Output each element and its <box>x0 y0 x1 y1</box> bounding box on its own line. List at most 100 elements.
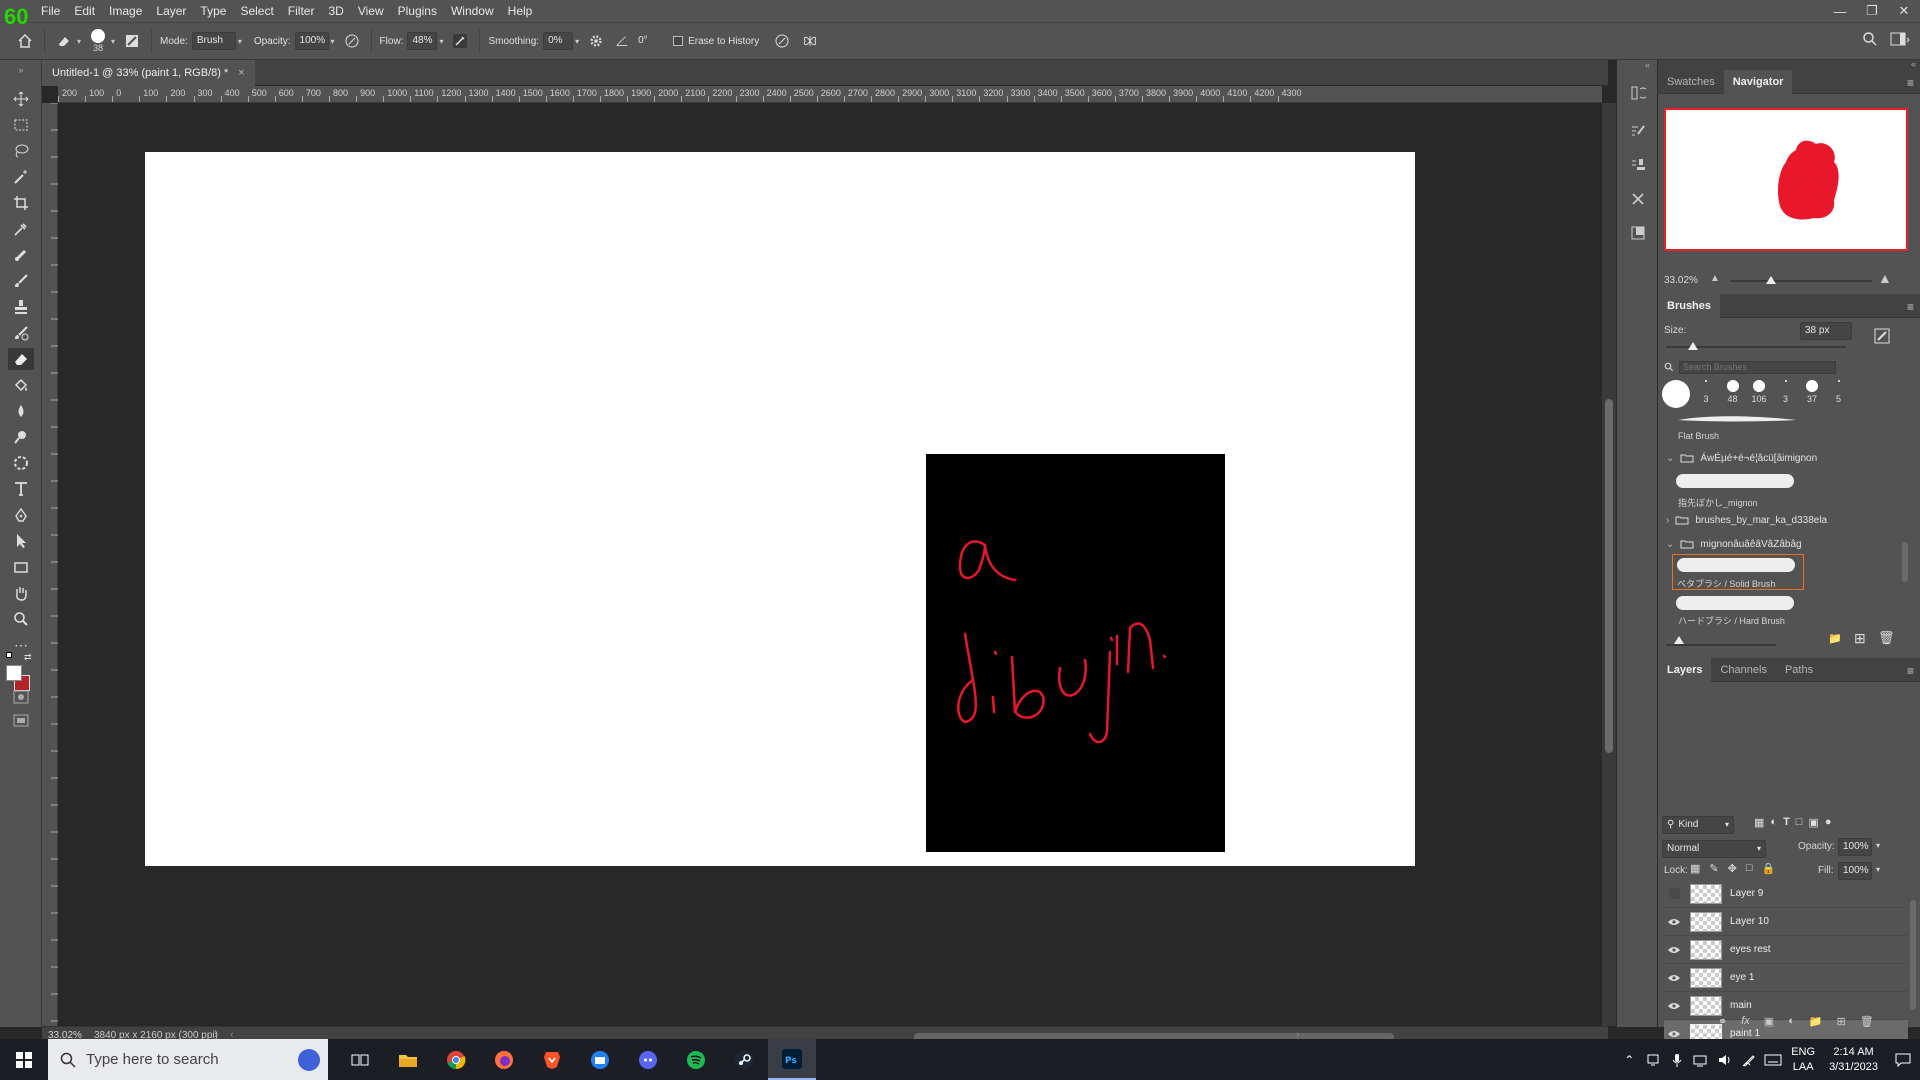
adjustment-layer-icon[interactable]: ◐ <box>1788 1015 1795 1028</box>
brush-angle-field[interactable]: 0° <box>633 32 660 50</box>
create-new-brush-icon[interactable] <box>1874 328 1890 344</box>
lock-pixels-icon[interactable]: ✎ <box>1709 862 1718 875</box>
lasso-tool-icon[interactable] <box>8 140 34 162</box>
clone-source-panel-icon[interactable] <box>1627 154 1649 176</box>
brush-size-picker[interactable]: 38 <box>91 29 106 53</box>
brush-list-scrollbar[interactable] <box>1902 410 1908 632</box>
lock-artboard-icon[interactable]: □ <box>1746 862 1753 875</box>
properties-panel-icon[interactable] <box>1627 222 1649 244</box>
type-tool-icon[interactable] <box>8 478 34 500</box>
erase-to-history-option[interactable]: Erase to History <box>673 36 763 47</box>
blur-tool-icon[interactable] <box>8 400 34 422</box>
brush-size-slider[interactable] <box>1666 342 1846 350</box>
document-canvas[interactable] <box>145 152 1415 866</box>
layers-scrollbar[interactable] <box>1910 880 1916 1060</box>
tab-swatches[interactable]: Swatches <box>1658 70 1724 94</box>
collapse-dock-icon[interactable]: « <box>1645 60 1650 70</box>
brush-size-field[interactable]: 38 px <box>1800 322 1852 340</box>
menu-3d[interactable]: 3D <box>321 0 350 22</box>
layers-scroll-thumb[interactable] <box>1910 900 1916 1010</box>
new-brush-icon[interactable]: ⊞ <box>1854 630 1866 647</box>
discord-icon[interactable] <box>624 1039 672 1080</box>
brush-tool-icon[interactable] <box>8 270 34 292</box>
filter-pixel-icon[interactable]: ▦ <box>1754 816 1764 829</box>
brush-list-scroll-thumb[interactable] <box>1902 542 1908 582</box>
spotify-icon[interactable] <box>672 1039 720 1080</box>
symmetry-butterfly-icon[interactable] <box>799 30 821 52</box>
pressure-opacity-icon[interactable] <box>341 30 363 52</box>
foreground-color-swatch[interactable] <box>6 665 22 681</box>
layer-row[interactable]: eye 1 <box>1664 964 1908 992</box>
eraser-tool-icon[interactable] <box>8 348 34 370</box>
brush-folder-3[interactable]: ⌄ mignonâuâêâVâZâbâg <box>1664 532 1908 556</box>
recent-brush[interactable]: 37 <box>1802 378 1822 404</box>
document-tab[interactable]: Untitled-1 @ 33% (paint 1, RGB/8) * × <box>42 60 255 86</box>
workspace-icon[interactable] <box>1890 31 1910 47</box>
search-icon[interactable] <box>1862 31 1878 47</box>
layers-menu-icon[interactable]: ≡ <box>1907 664 1914 678</box>
pressure-size-icon[interactable] <box>771 30 793 52</box>
brush-search-input[interactable] <box>1678 360 1836 374</box>
pen-workspace-icon[interactable] <box>1737 1053 1761 1067</box>
menu-layer[interactable]: Layer <box>149 0 193 22</box>
brush-item-finger-blur[interactable]: 指先ぼかし_mignon <box>1674 472 1804 512</box>
rectangle-tool-icon[interactable] <box>8 556 34 578</box>
eye-icon[interactable] <box>1664 974 1684 982</box>
input-language[interactable]: ENG LAA <box>1791 1045 1815 1075</box>
new-layer-icon[interactable]: ⊞ <box>1837 1015 1846 1028</box>
lock-transparent-icon[interactable]: ▦ <box>1690 862 1700 875</box>
menu-edit[interactable]: Edit <box>67 0 102 22</box>
crop-tool-icon[interactable] <box>8 192 34 214</box>
navigator-zoom-slider[interactable] <box>1730 276 1872 284</box>
tool-preset-dropdown-icon[interactable]: ▾ <box>77 37 81 46</box>
dodge-tool-icon[interactable] <box>8 426 34 448</box>
network-adapter-icon[interactable] <box>1641 1053 1665 1067</box>
menu-image[interactable]: Image <box>102 0 149 22</box>
filter-toggle-icon[interactable]: ● <box>1825 816 1832 829</box>
task-view-icon[interactable] <box>336 1039 384 1080</box>
cortana-icon[interactable] <box>298 1048 320 1071</box>
recent-brush[interactable]: 106 <box>1749 378 1769 404</box>
history-panel-icon[interactable] <box>1627 82 1649 104</box>
collapse-panels-icon[interactable]: « <box>1911 59 1916 69</box>
current-brush-preview[interactable] <box>1662 380 1690 408</box>
zoom-tool-icon[interactable] <box>8 608 34 630</box>
vertical-scrollbar[interactable] <box>1602 103 1616 1026</box>
brush-settings-toggle-icon[interactable] <box>121 30 143 52</box>
brush-folder-1[interactable]: ⌄ ÁwÉµé+é¬é¦âcü[âimignon <box>1664 446 1908 470</box>
navigator-menu-icon[interactable]: ≡ <box>1907 76 1914 90</box>
filter-adjustment-icon[interactable]: ◐ <box>1770 816 1777 829</box>
taskbar-search[interactable]: Type here to search <box>48 1039 328 1080</box>
layer-filter-kind[interactable]: ⚲ Kind ▾ <box>1662 816 1734 834</box>
eye-icon[interactable] <box>1664 918 1684 926</box>
new-brush-group-icon[interactable]: 📁 <box>1828 632 1842 645</box>
delete-brush-icon[interactable]: 🗑 <box>1878 630 1895 646</box>
home-icon[interactable] <box>14 30 36 52</box>
navigator-zoom-handle[interactable] <box>1766 276 1776 284</box>
quick-mask-icon[interactable] <box>8 686 34 708</box>
brush-item-flat[interactable]: Flat Brush <box>1672 412 1802 441</box>
new-group-icon[interactable]: 📁 <box>1809 1015 1823 1028</box>
tool-presets-panel-icon[interactable] <box>1627 188 1649 210</box>
link-layers-icon[interactable]: ⚭ <box>1718 1015 1727 1028</box>
brush-settings-panel-icon[interactable] <box>1627 120 1649 142</box>
move-tool-icon[interactable] <box>8 88 34 110</box>
pen-tool-icon[interactable] <box>8 504 34 526</box>
show-hidden-icons-icon[interactable]: ⌃ <box>1617 1053 1641 1067</box>
tab-brushes[interactable]: Brushes <box>1658 293 1721 318</box>
healing-brush-tool-icon[interactable] <box>8 244 34 266</box>
fill-dropdown-icon[interactable]: ▾ <box>1876 865 1880 874</box>
smoothing-options-gear-icon[interactable] <box>585 30 607 52</box>
zoom-in-icon[interactable]: ▲ <box>1878 270 1892 286</box>
navigator-zoom-value[interactable]: 33.02% <box>1664 275 1698 286</box>
airbrush-icon[interactable] <box>449 30 471 52</box>
layer-row[interactable]: Layer 10 <box>1664 908 1908 936</box>
navigator-thumbnail[interactable] <box>1664 108 1908 251</box>
touch-keyboard-icon[interactable] <box>1761 1054 1785 1066</box>
tab-channels[interactable]: Channels <box>1711 658 1775 682</box>
brush-item-solid-selected[interactable]: ベタブラシ / Solid Brush <box>1672 554 1804 590</box>
vertical-scroll-thumb[interactable] <box>1605 399 1613 753</box>
screen-mode-icon[interactable] <box>8 710 34 732</box>
menu-plugins[interactable]: Plugins <box>391 0 444 22</box>
clock[interactable]: 2:14 AM 3/31/2023 <box>1829 1045 1878 1075</box>
